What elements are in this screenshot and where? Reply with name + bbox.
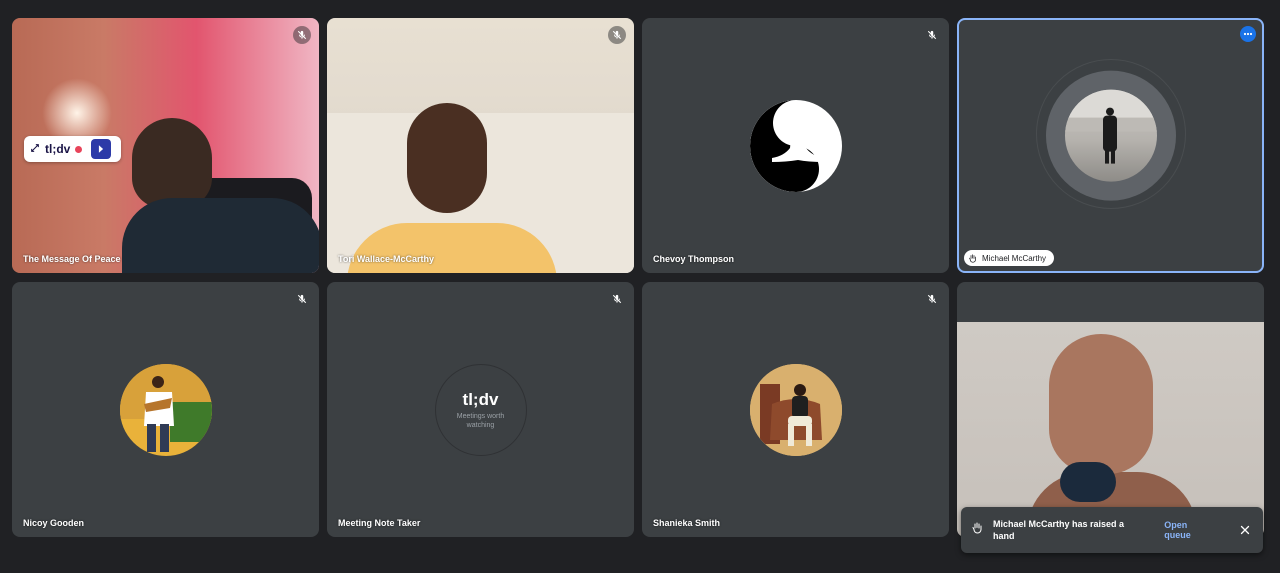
raised-hand-chip: Michael McCarthy (964, 250, 1055, 266)
avatar (1064, 89, 1157, 182)
raised-hand-icon (971, 521, 983, 539)
participant-tile[interactable]: Shanieka Smith (642, 282, 949, 537)
tldv-logo: tl;dv (45, 142, 71, 156)
participant-name: Michael McCarthy (982, 253, 1047, 263)
mic-off-icon (923, 290, 941, 308)
raised-hand-icon (969, 253, 976, 263)
self-view-tile[interactable] (957, 282, 1264, 537)
mic-off-icon (608, 26, 626, 44)
close-notification-button[interactable] (1237, 522, 1253, 538)
meeting-stage: tl;dv The Message Of Peace Tori Wallace-… (0, 0, 1280, 573)
recording-indicator-icon (75, 145, 83, 153)
participant-name: Tori Wallace-McCarthy (338, 254, 435, 264)
participant-video (327, 18, 634, 273)
participant-tile[interactable]: tl;dv The Message Of Peace (12, 18, 319, 273)
avatar (749, 363, 842, 456)
open-queue-button[interactable]: Open queue (1164, 520, 1215, 540)
mic-off-icon (293, 26, 311, 44)
mic-off-icon (293, 290, 311, 308)
mic-off-icon (608, 290, 626, 308)
self-video (957, 322, 1264, 537)
participant-tile[interactable]: Chevoy Thompson (642, 18, 949, 273)
tldv-recorder-widget[interactable]: tl;dv (24, 136, 121, 162)
participant-tile[interactable]: tl;dv Meetings worth watching Meeting No… (327, 282, 634, 537)
more-options-icon (1243, 32, 1253, 36)
mic-off-icon (923, 26, 941, 44)
participant-name: Shanieka Smith (653, 518, 721, 528)
participant-name: Nicoy Gooden (23, 518, 85, 528)
close-icon (1240, 525, 1250, 535)
expand-icon[interactable] (30, 140, 40, 158)
avatar: tl;dv Meetings worth watching (434, 363, 527, 456)
participant-tile[interactable]: Nicoy Gooden (12, 282, 319, 537)
avatar-title: tl;dv (462, 389, 499, 409)
participant-tile-active[interactable]: Michael McCarthy (957, 18, 1264, 273)
participant-name: Meeting Note Taker (338, 518, 421, 528)
participant-name: The Message Of Peace (23, 254, 121, 264)
tldv-clip-button[interactable] (91, 139, 112, 159)
speaking-ring (1045, 70, 1176, 201)
avatar (119, 363, 212, 456)
more-options-button[interactable] (1240, 26, 1256, 42)
avatar (749, 99, 842, 192)
participant-tile[interactable]: Tori Wallace-McCarthy (327, 18, 634, 273)
participant-name: Chevoy Thompson (653, 254, 735, 264)
avatar-subtitle: Meetings worth watching (456, 412, 505, 429)
raised-hand-notification: Michael McCarthy has raised a hand Open … (961, 507, 1263, 553)
notification-message: Michael McCarthy has raised a hand (993, 519, 1125, 541)
